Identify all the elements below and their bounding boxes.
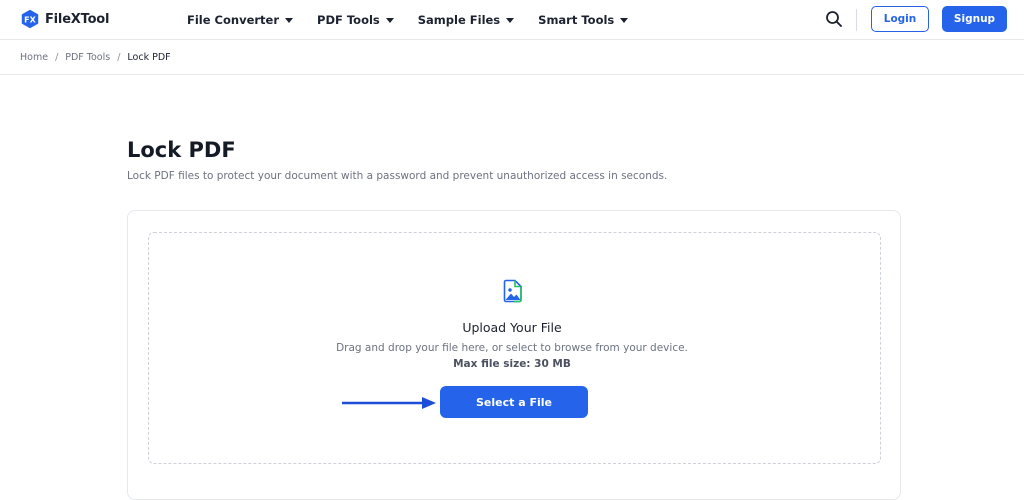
select-file-button[interactable]: Select a File <box>440 386 588 418</box>
login-button[interactable]: Login <box>871 6 929 32</box>
brand-name: FileXTool <box>45 11 110 27</box>
nav-label: Smart Tools <box>538 13 615 27</box>
arrow-right-icon <box>342 395 437 409</box>
nav-label: PDF Tools <box>317 13 380 27</box>
chevron-down-icon <box>385 17 394 23</box>
breadcrumb: Home / PDF Tools / Lock PDF <box>20 52 171 63</box>
page-description: Lock PDF files to protect your document … <box>127 170 668 182</box>
logo-badge-icon: FX <box>20 9 40 29</box>
nav-pdf-tools[interactable]: PDF Tools <box>317 13 394 27</box>
main-nav: File Converter PDF Tools Sample Files Sm… <box>187 0 652 40</box>
header-divider <box>856 9 857 31</box>
breadcrumb-separator: / <box>117 52 121 63</box>
breadcrumb-current: Lock PDF <box>127 52 171 63</box>
breadcrumb-home[interactable]: Home <box>20 52 48 63</box>
brand-logo[interactable]: FX FileXTool <box>20 9 109 29</box>
nav-label: File Converter <box>187 13 280 27</box>
breadcrumb-pdf-tools[interactable]: PDF Tools <box>65 52 110 63</box>
nav-file-converter[interactable]: File Converter <box>187 13 294 27</box>
breadcrumb-bar: Home / PDF Tools / Lock PDF <box>0 41 1024 75</box>
signup-button[interactable]: Signup <box>942 6 1007 32</box>
chevron-down-icon <box>285 17 294 23</box>
nav-label: Sample Files <box>417 13 501 27</box>
chevron-down-icon <box>620 17 629 23</box>
file-dropzone[interactable] <box>148 232 881 464</box>
top-header: FX FileXTool File Converter PDF Tools Sa… <box>0 0 1024 40</box>
search-icon[interactable] <box>825 10 843 28</box>
image-file-icon <box>502 279 524 303</box>
chevron-down-icon <box>506 17 515 23</box>
breadcrumb-separator: / <box>55 52 59 63</box>
nav-smart-tools[interactable]: Smart Tools <box>538 13 629 27</box>
nav-sample-files[interactable]: Sample Files <box>417 13 515 27</box>
logo-badge-text: FX <box>24 15 36 24</box>
page-title: Lock PDF <box>127 138 236 162</box>
